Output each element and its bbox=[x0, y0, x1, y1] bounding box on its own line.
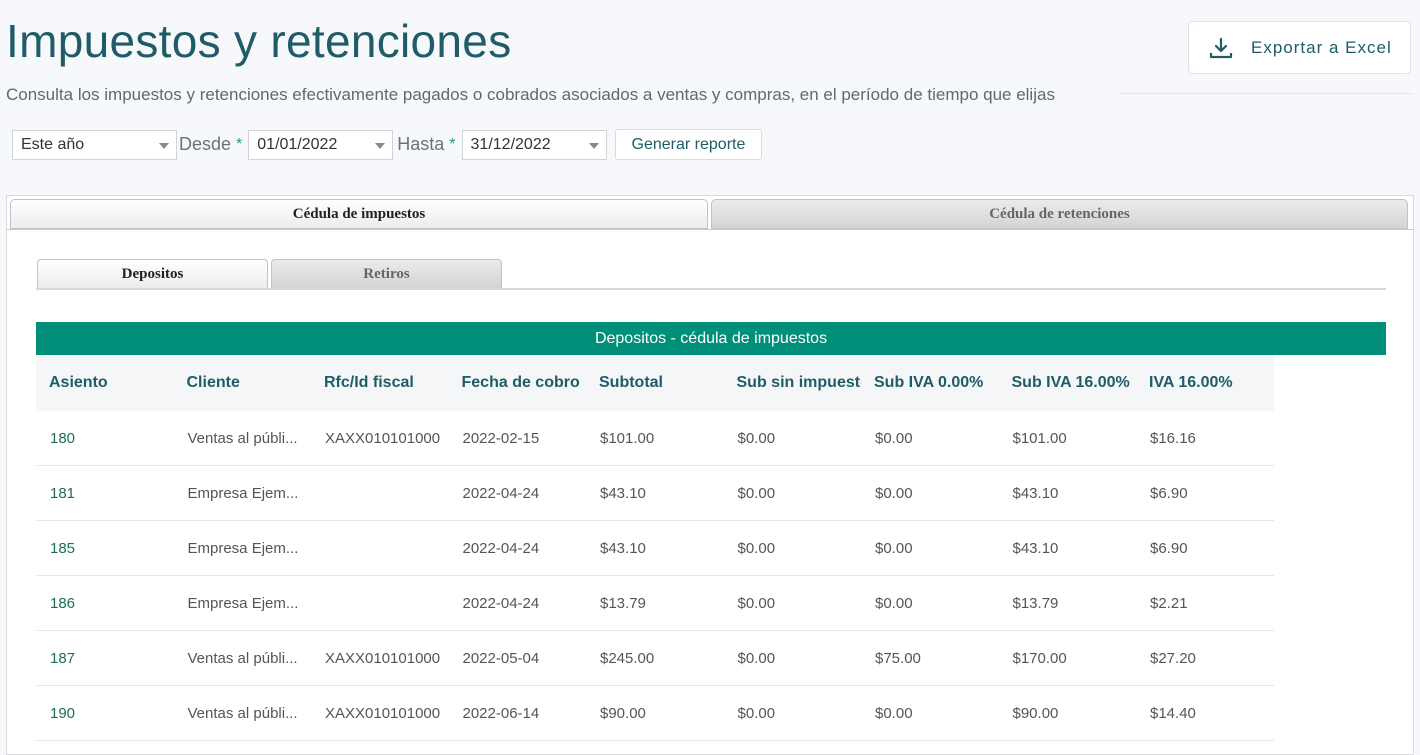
cell-sub-sin-impuesto: $0.00 bbox=[737, 539, 776, 557]
column-header-iva-16[interactable]: IVA 16.00% bbox=[1136, 374, 1274, 392]
table-header-row: Asiento Cliente Rfc/Id fiscal Fecha de c… bbox=[36, 355, 1274, 411]
tab-divider bbox=[7, 229, 1413, 230]
cell-sub-iva-0: $0.00 bbox=[875, 704, 913, 722]
cell-fecha: 2022-06-14 bbox=[462, 704, 540, 722]
cell-rfc: XAXX010101000 bbox=[325, 429, 441, 447]
cell-subtotal: $43.10 bbox=[600, 539, 646, 557]
cell-subtotal: $13.79 bbox=[600, 594, 646, 612]
cell-asiento[interactable]: 190 bbox=[36, 705, 174, 722]
cell-asiento[interactable]: 185 bbox=[36, 540, 174, 557]
chevron-down-icon bbox=[375, 142, 386, 149]
cell-fecha: 2022-04-24 bbox=[462, 539, 540, 557]
cell-iva-16: $2.21 bbox=[1150, 594, 1188, 612]
cell-cliente: Ventas al públi... bbox=[187, 649, 298, 667]
hasta-date-select[interactable]: 31/12/2022 bbox=[461, 129, 607, 160]
table-row[interactable]: 185 Empresa Ejem... 2022-04-24 $43.10 $0… bbox=[36, 521, 1274, 576]
cell-asiento[interactable]: 186 bbox=[36, 595, 174, 612]
chevron-down-icon bbox=[588, 142, 599, 149]
period-select-value: Este año bbox=[21, 135, 85, 153]
cell-fecha: 2022-02-15 bbox=[462, 429, 540, 447]
cell-asiento[interactable]: 181 bbox=[36, 485, 174, 502]
table-row[interactable]: 180 Ventas al públi... XAXX010101000 202… bbox=[36, 411, 1274, 466]
cell-subtotal: $90.00 bbox=[600, 704, 646, 722]
cell-iva-16: $6.90 bbox=[1150, 539, 1188, 557]
download-icon bbox=[1209, 37, 1233, 58]
tab-cedula-retenciones[interactable]: Cédula de retenciones bbox=[711, 199, 1408, 229]
cell-subtotal: $245.00 bbox=[600, 649, 655, 667]
report-panel: Cédula de impuestos Cédula de retencione… bbox=[6, 195, 1414, 755]
page-title: Impuestos y retenciones bbox=[6, 15, 512, 67]
desde-date-value: 01/01/2022 bbox=[257, 135, 338, 153]
column-header-sub-iva-16[interactable]: Sub IVA 16.00% bbox=[999, 374, 1137, 392]
cell-cliente: Ventas al públi... bbox=[187, 704, 298, 722]
cell-sub-iva-16: $170.00 bbox=[1012, 649, 1067, 667]
cell-fecha: 2022-04-24 bbox=[462, 594, 540, 612]
cell-sub-sin-impuesto: $0.00 bbox=[737, 429, 776, 447]
generate-report-button[interactable]: Generar reporte bbox=[614, 129, 763, 160]
cell-sub-iva-0: $0.00 bbox=[875, 429, 913, 447]
required-marker: * bbox=[449, 135, 456, 153]
hasta-label: Hasta * bbox=[397, 134, 455, 155]
desde-label-text: Desde bbox=[179, 134, 232, 154]
cell-sub-iva-0: $0.00 bbox=[875, 484, 913, 502]
desde-date-select[interactable]: 01/01/2022 bbox=[248, 129, 394, 160]
cell-sub-sin-impuesto: $0.00 bbox=[737, 484, 776, 502]
tab-retiros[interactable]: Retiros bbox=[271, 259, 502, 289]
cell-iva-16: $6.90 bbox=[1150, 484, 1188, 502]
filters-bar: Este año Desde * 01/01/2022 Hasta * 31/1… bbox=[12, 129, 763, 160]
cell-cliente: Empresa Ejem... bbox=[187, 539, 299, 557]
column-header-subtotal[interactable]: Subtotal bbox=[586, 374, 724, 392]
cell-sub-sin-impuesto: $0.00 bbox=[737, 594, 776, 612]
cell-cliente: Empresa Ejem... bbox=[187, 594, 299, 612]
hasta-date-value: 31/12/2022 bbox=[470, 135, 551, 153]
cell-sub-iva-16: $43.10 bbox=[1012, 539, 1059, 557]
subtab-divider bbox=[36, 288, 1386, 290]
table-row[interactable]: 187 Ventas al públi... XAXX010101000 202… bbox=[36, 631, 1274, 686]
cell-iva-16: $16.16 bbox=[1150, 429, 1196, 447]
hasta-label-text: Hasta bbox=[397, 134, 445, 154]
cell-rfc: XAXX010101000 bbox=[325, 649, 441, 667]
cell-subtotal: $43.10 bbox=[600, 484, 646, 502]
column-header-rfc[interactable]: Rfc/Id fiscal bbox=[311, 374, 449, 392]
grid-title: Depositos - cédula de impuestos bbox=[36, 322, 1386, 355]
cell-sub-iva-16: $90.00 bbox=[1012, 704, 1059, 722]
cell-sub-sin-impuesto: $0.00 bbox=[737, 704, 776, 722]
cell-cliente: Ventas al públi... bbox=[187, 429, 298, 447]
cell-asiento[interactable]: 187 bbox=[36, 650, 174, 667]
period-select[interactable]: Este año bbox=[12, 129, 177, 160]
cell-sub-iva-0: $0.00 bbox=[875, 594, 913, 612]
cell-sub-iva-0: $0.00 bbox=[875, 539, 913, 557]
cell-sub-iva-0: $75.00 bbox=[875, 649, 921, 667]
cell-cliente: Empresa Ejem... bbox=[187, 484, 299, 502]
subtitle-divider bbox=[1120, 93, 1414, 94]
cell-sub-iva-16: $43.10 bbox=[1012, 484, 1059, 502]
required-marker: * bbox=[236, 135, 243, 153]
cell-subtotal: $101.00 bbox=[600, 429, 655, 447]
table-row[interactable]: 186 Empresa Ejem... 2022-04-24 $13.79 $0… bbox=[36, 576, 1274, 631]
table-row[interactable]: 190 Ventas al públi... XAXX010101000 202… bbox=[36, 686, 1274, 741]
column-header-cliente[interactable]: Cliente bbox=[174, 374, 312, 392]
cell-sub-iva-16: $13.79 bbox=[1012, 594, 1059, 612]
tab-depositos[interactable]: Depositos bbox=[37, 259, 268, 289]
cell-asiento[interactable]: 180 bbox=[36, 430, 174, 447]
tab-cedula-impuestos[interactable]: Cédula de impuestos bbox=[10, 199, 708, 229]
page-subtitle: Consulta los impuestos y retenciones efe… bbox=[6, 85, 1055, 104]
desde-label: Desde * bbox=[179, 134, 242, 155]
column-header-sub-sin-impuesto[interactable]: Sub sin impuesto bbox=[724, 374, 862, 392]
export-excel-button[interactable]: Exportar a Excel bbox=[1188, 21, 1411, 74]
column-header-asiento[interactable]: Asiento bbox=[36, 374, 174, 392]
cell-fecha: 2022-05-04 bbox=[462, 649, 540, 667]
export-excel-label: Exportar a Excel bbox=[1251, 37, 1392, 57]
cell-iva-16: $14.40 bbox=[1150, 704, 1196, 722]
column-header-fecha[interactable]: Fecha de cobro bbox=[449, 374, 587, 392]
cell-sub-sin-impuesto: $0.00 bbox=[737, 649, 776, 667]
cell-fecha: 2022-04-24 bbox=[462, 484, 540, 502]
cell-iva-16: $27.20 bbox=[1150, 649, 1196, 667]
column-header-sub-iva-0[interactable]: Sub IVA 0.00% bbox=[861, 374, 999, 392]
table-body: 180 Ventas al públi... XAXX010101000 202… bbox=[36, 411, 1274, 741]
cell-sub-iva-16: $101.00 bbox=[1012, 429, 1067, 447]
cell-rfc: XAXX010101000 bbox=[325, 704, 441, 722]
chevron-down-icon bbox=[159, 142, 169, 149]
table-row[interactable]: 181 Empresa Ejem... 2022-04-24 $43.10 $0… bbox=[36, 466, 1274, 521]
